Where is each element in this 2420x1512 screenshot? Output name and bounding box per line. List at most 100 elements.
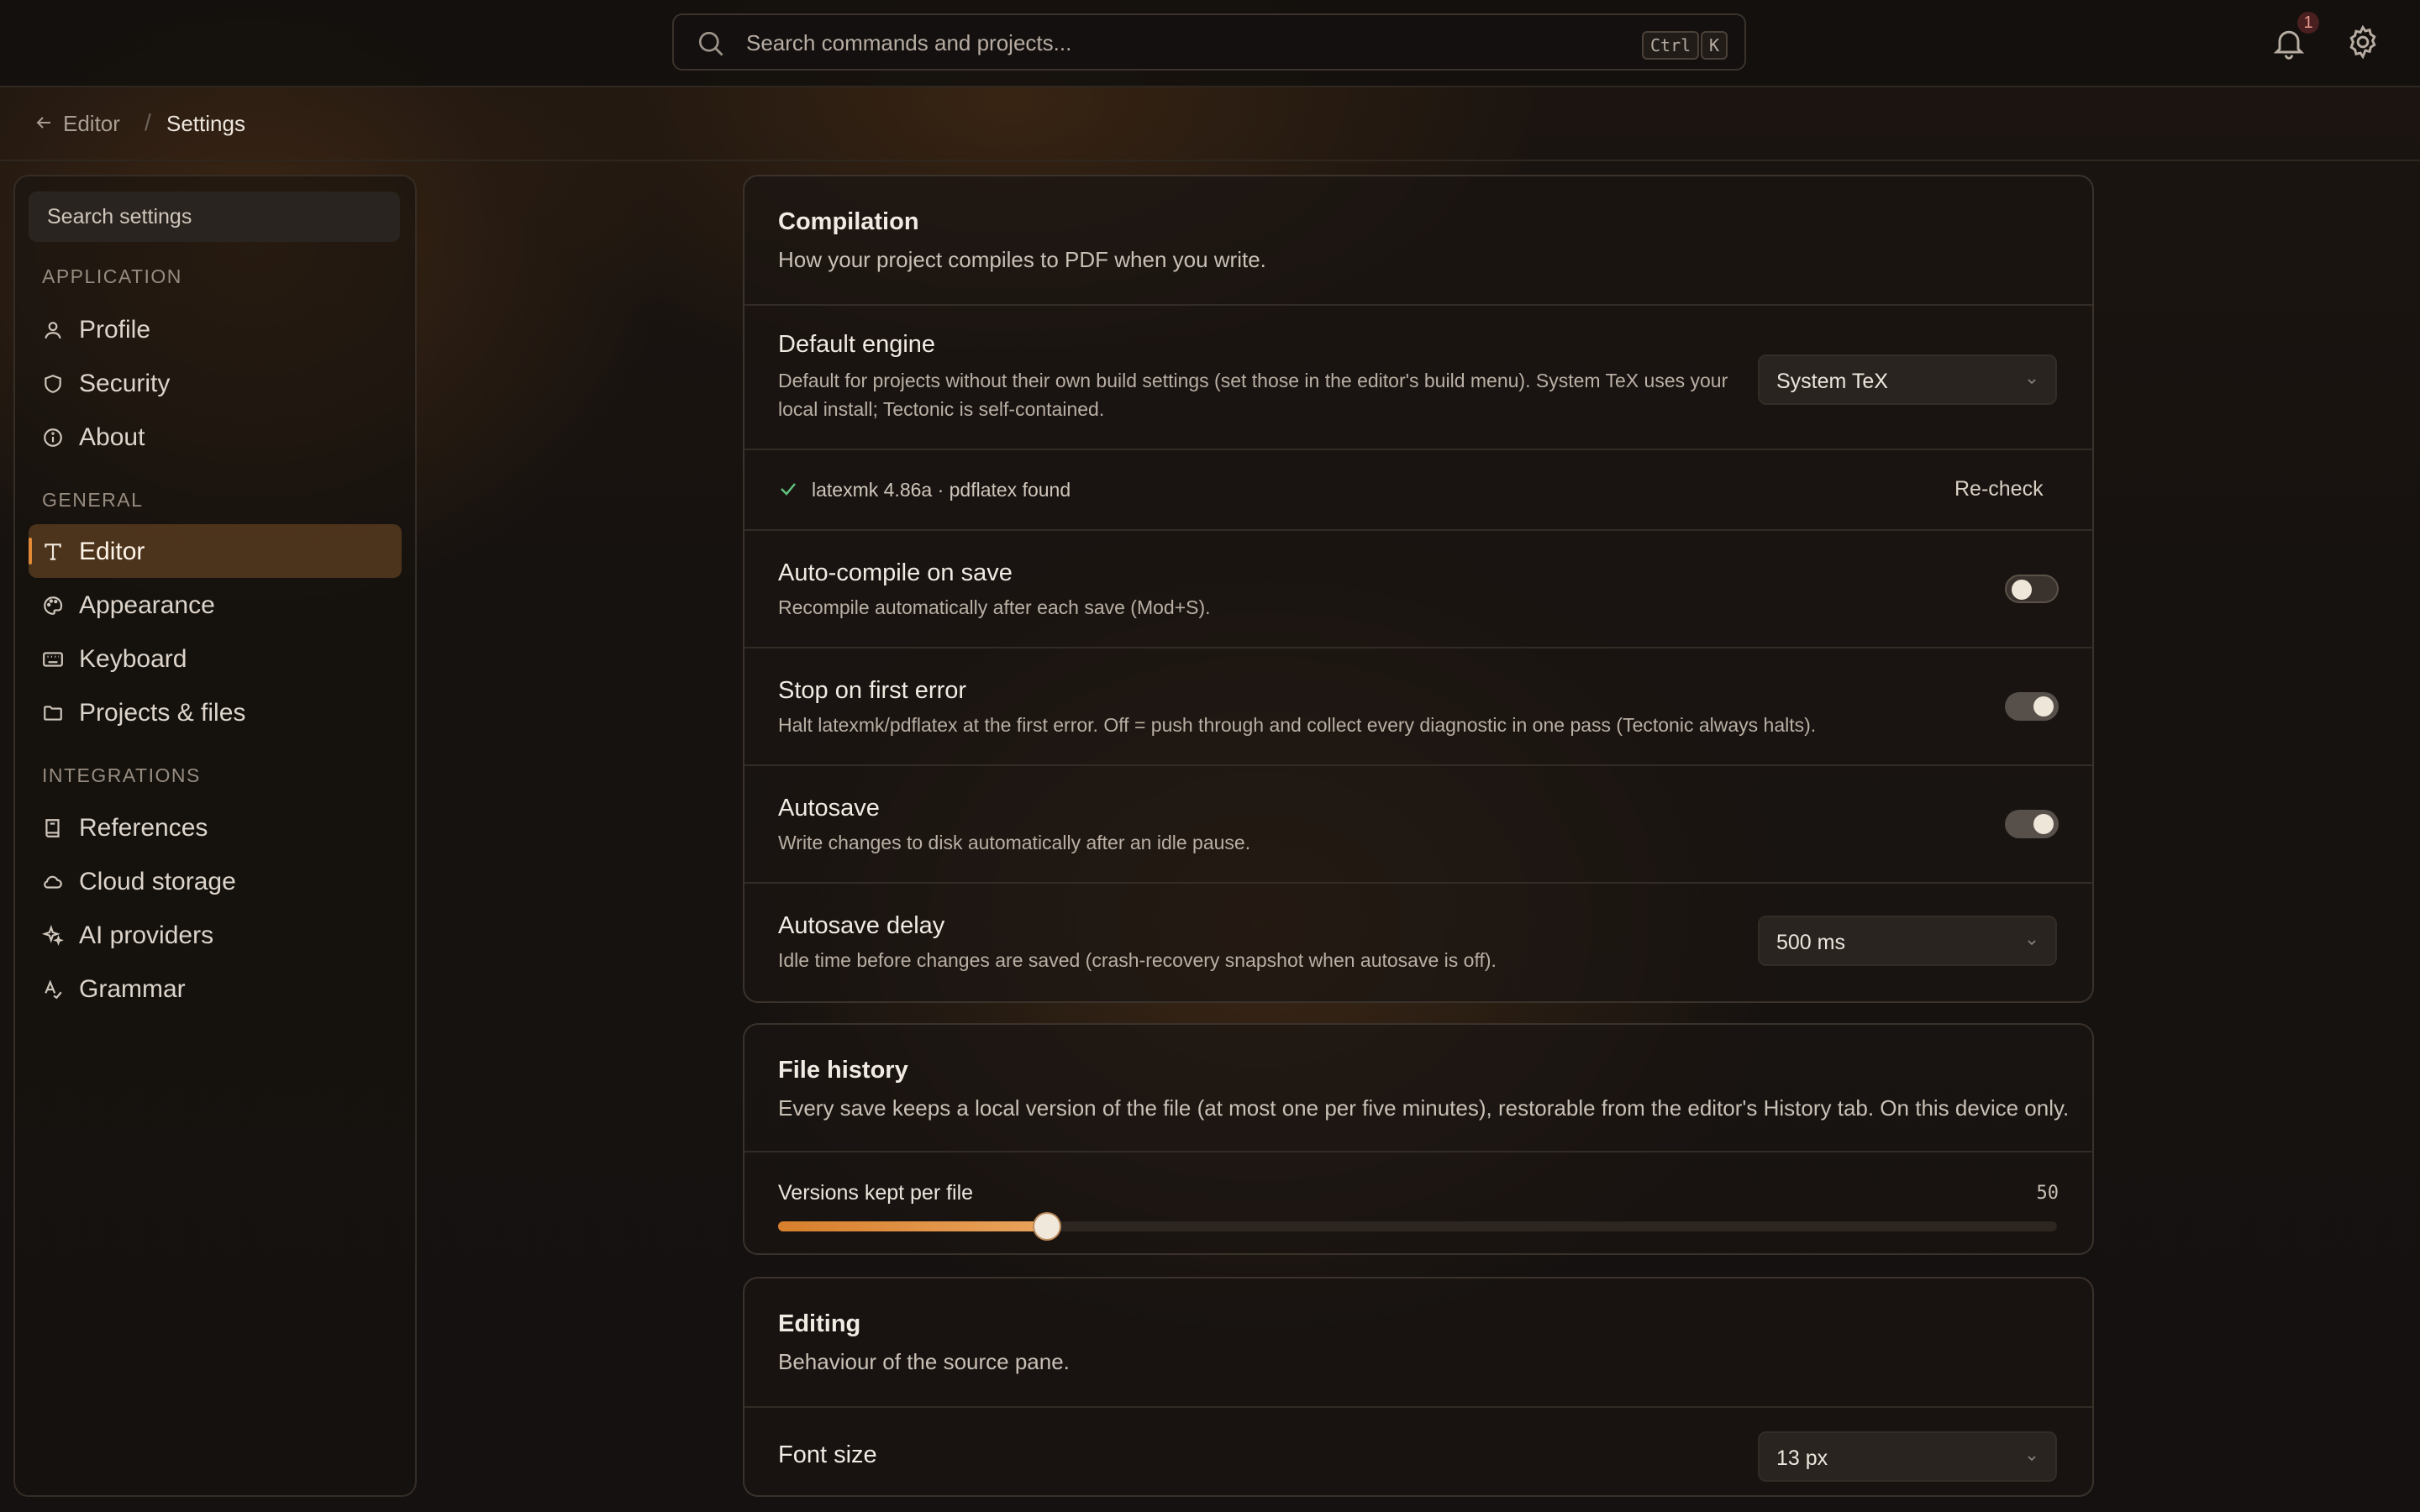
file-history-title: File history bbox=[778, 1057, 908, 1084]
book-icon bbox=[45, 819, 60, 837]
settings-search-input[interactable]: Search settings bbox=[29, 192, 400, 242]
sidebar-item-keyboard[interactable]: Keyboard bbox=[29, 632, 402, 685]
breadcrumb-editor-link[interactable]: Editor bbox=[63, 111, 120, 137]
settings-search-placeholder: Search settings bbox=[47, 205, 192, 228]
engine-status-row: latexmk 4.86a · pdflatex found Re-check bbox=[744, 449, 2092, 531]
stop-on-error-label: Stop on first error bbox=[778, 677, 967, 704]
section-title-integrations: INTEGRATIONS bbox=[42, 764, 201, 786]
default-engine-label: Default engine bbox=[778, 331, 936, 358]
sidebar-item-label: AI providers bbox=[79, 921, 214, 949]
file-history-description: Every save keeps a local version of the … bbox=[778, 1095, 2070, 1121]
file-history-card: File history Every save keeps a local ve… bbox=[743, 1023, 2094, 1255]
sidebar-item-security[interactable]: Security bbox=[29, 356, 402, 410]
autosave-delay-label: Autosave delay bbox=[778, 912, 945, 939]
shield-icon bbox=[45, 375, 61, 393]
sidebar-item-profile[interactable]: Profile bbox=[29, 302, 402, 356]
font-size-select[interactable]: 13 px bbox=[1758, 1431, 2057, 1482]
sidebar-item-cloud-storage[interactable]: Cloud storage bbox=[29, 854, 402, 908]
autosave-description: Write changes to disk automatically afte… bbox=[778, 832, 1251, 853]
top-bar: Search commands and projects... Ctrl K 1 bbox=[0, 0, 2420, 87]
slider-thumb[interactable] bbox=[1034, 1214, 1060, 1239]
sparkles-icon bbox=[42, 925, 64, 946]
sidebar-item-label: Security bbox=[79, 370, 171, 397]
chevron-down-icon bbox=[2028, 1456, 2036, 1462]
sidebar-item-about[interactable]: About bbox=[29, 410, 402, 464]
sidebar-item-label: Profile bbox=[79, 316, 151, 344]
engine-status-text: latexmk 4.86a · pdflatex found bbox=[812, 479, 1071, 501]
autosave-delay-value: 500 ms bbox=[1776, 931, 1845, 954]
notification-badge: 1 bbox=[2297, 12, 2319, 34]
autosave-toggle[interactable] bbox=[2005, 810, 2059, 838]
versions-row: Versions kept per file 50 bbox=[744, 1151, 2092, 1253]
versions-value: 50 bbox=[2036, 1183, 2060, 1204]
compilation-description: How your project compiles to PDF when yo… bbox=[778, 247, 1266, 272]
compilation-title: Compilation bbox=[778, 208, 919, 235]
breadcrumb-separator: / bbox=[145, 109, 151, 135]
folder-icon bbox=[44, 706, 62, 721]
sidebar-item-references[interactable]: References bbox=[29, 801, 402, 854]
versions-label: Versions kept per file bbox=[778, 1181, 974, 1205]
default-engine-description-line2: local install; Tectonic is self-containe… bbox=[778, 398, 1105, 420]
sidebar-item-label: Projects & files bbox=[79, 699, 246, 727]
sidebar-item-label: Editor bbox=[79, 538, 145, 565]
compilation-card: Compilation How your project compiles to… bbox=[743, 175, 2094, 1003]
sidebar-item-label: Grammar bbox=[79, 975, 186, 1003]
auto-compile-label: Auto-compile on save bbox=[778, 559, 1013, 586]
sidebar-item-label: Appearance bbox=[79, 591, 215, 619]
chevron-down-icon bbox=[2028, 379, 2036, 385]
stop-on-error-row: Stop on first error Halt latexmk/pdflate… bbox=[744, 647, 2092, 766]
default-engine-row: Default engine Default for projects with… bbox=[744, 304, 2092, 450]
breadcrumb bbox=[0, 87, 2420, 161]
search-icon bbox=[698, 31, 723, 56]
section-title-general: GENERAL bbox=[42, 489, 144, 511]
font-size-row: Font size 13 px bbox=[744, 1406, 2092, 1495]
sidebar-item-editor[interactable]: Editor bbox=[29, 524, 402, 578]
default-engine-description-line1: Default for projects without their own b… bbox=[778, 370, 1728, 391]
auto-compile-description: Recompile automatically after each save … bbox=[778, 596, 1211, 618]
recheck-button[interactable]: Re-check bbox=[1954, 477, 2044, 501]
default-engine-select[interactable]: System TeX bbox=[1758, 354, 2057, 405]
palette-icon bbox=[44, 596, 63, 615]
shortcut-key-k: K bbox=[1701, 31, 1728, 60]
auto-compile-row: Auto-compile on save Recompile automatic… bbox=[744, 529, 2092, 648]
editing-card: Editing Behaviour of the source pane. Fo… bbox=[743, 1277, 2094, 1497]
autosave-delay-select[interactable]: 500 ms bbox=[1758, 916, 2057, 966]
sidebar-item-grammar[interactable]: Grammar bbox=[29, 962, 402, 1016]
font-size-label: Font size bbox=[778, 1441, 877, 1468]
autosave-row: Autosave Write changes to disk automatic… bbox=[744, 764, 2092, 884]
toggle-knob bbox=[2012, 580, 2032, 600]
user-icon bbox=[45, 322, 61, 339]
sidebar-item-label: Keyboard bbox=[79, 645, 187, 673]
sidebar-item-projects-files[interactable]: Projects & files bbox=[29, 685, 402, 739]
section-title-application: APPLICATION bbox=[42, 265, 182, 287]
versions-slider[interactable] bbox=[778, 1214, 2057, 1239]
check-icon bbox=[781, 483, 796, 496]
keyboard-icon bbox=[43, 652, 63, 667]
sidebar-item-label: Cloud storage bbox=[79, 868, 236, 895]
cloud-icon bbox=[44, 875, 62, 889]
sidebar-item-appearance[interactable]: Appearance bbox=[29, 578, 402, 632]
editing-description: Behaviour of the source pane. bbox=[778, 1349, 1070, 1374]
autosave-label: Autosave bbox=[778, 795, 880, 822]
info-icon bbox=[44, 428, 62, 447]
font-size-value: 13 px bbox=[1776, 1446, 1828, 1470]
default-engine-value: System TeX bbox=[1776, 370, 1888, 393]
toggle-knob bbox=[2033, 696, 2054, 717]
command-search[interactable]: Search commands and projects... Ctrl K bbox=[672, 13, 1746, 71]
sidebar-item-label: About bbox=[79, 423, 145, 451]
autosave-delay-description: Idle time before changes are saved (cras… bbox=[778, 949, 1497, 971]
sidebar-item-ai-providers[interactable]: AI providers bbox=[29, 908, 402, 962]
spellcheck-icon bbox=[45, 979, 62, 1000]
sidebar-item-label: References bbox=[79, 814, 208, 842]
arrow-left-icon[interactable] bbox=[34, 113, 54, 133]
editing-title: Editing bbox=[778, 1310, 861, 1337]
command-search-placeholder: Search commands and projects... bbox=[746, 30, 1072, 55]
text-icon bbox=[45, 543, 61, 560]
breadcrumb-current: Settings bbox=[166, 111, 245, 136]
shortcut-key-ctrl: Ctrl bbox=[1642, 31, 1700, 60]
auto-compile-toggle[interactable] bbox=[2005, 575, 2059, 603]
chevron-down-icon bbox=[2028, 940, 2036, 946]
stop-on-error-toggle[interactable] bbox=[2005, 692, 2059, 721]
stop-on-error-description: Halt latexmk/pdflatex at the first error… bbox=[778, 714, 1817, 736]
gear-icon[interactable] bbox=[2344, 24, 2381, 60]
